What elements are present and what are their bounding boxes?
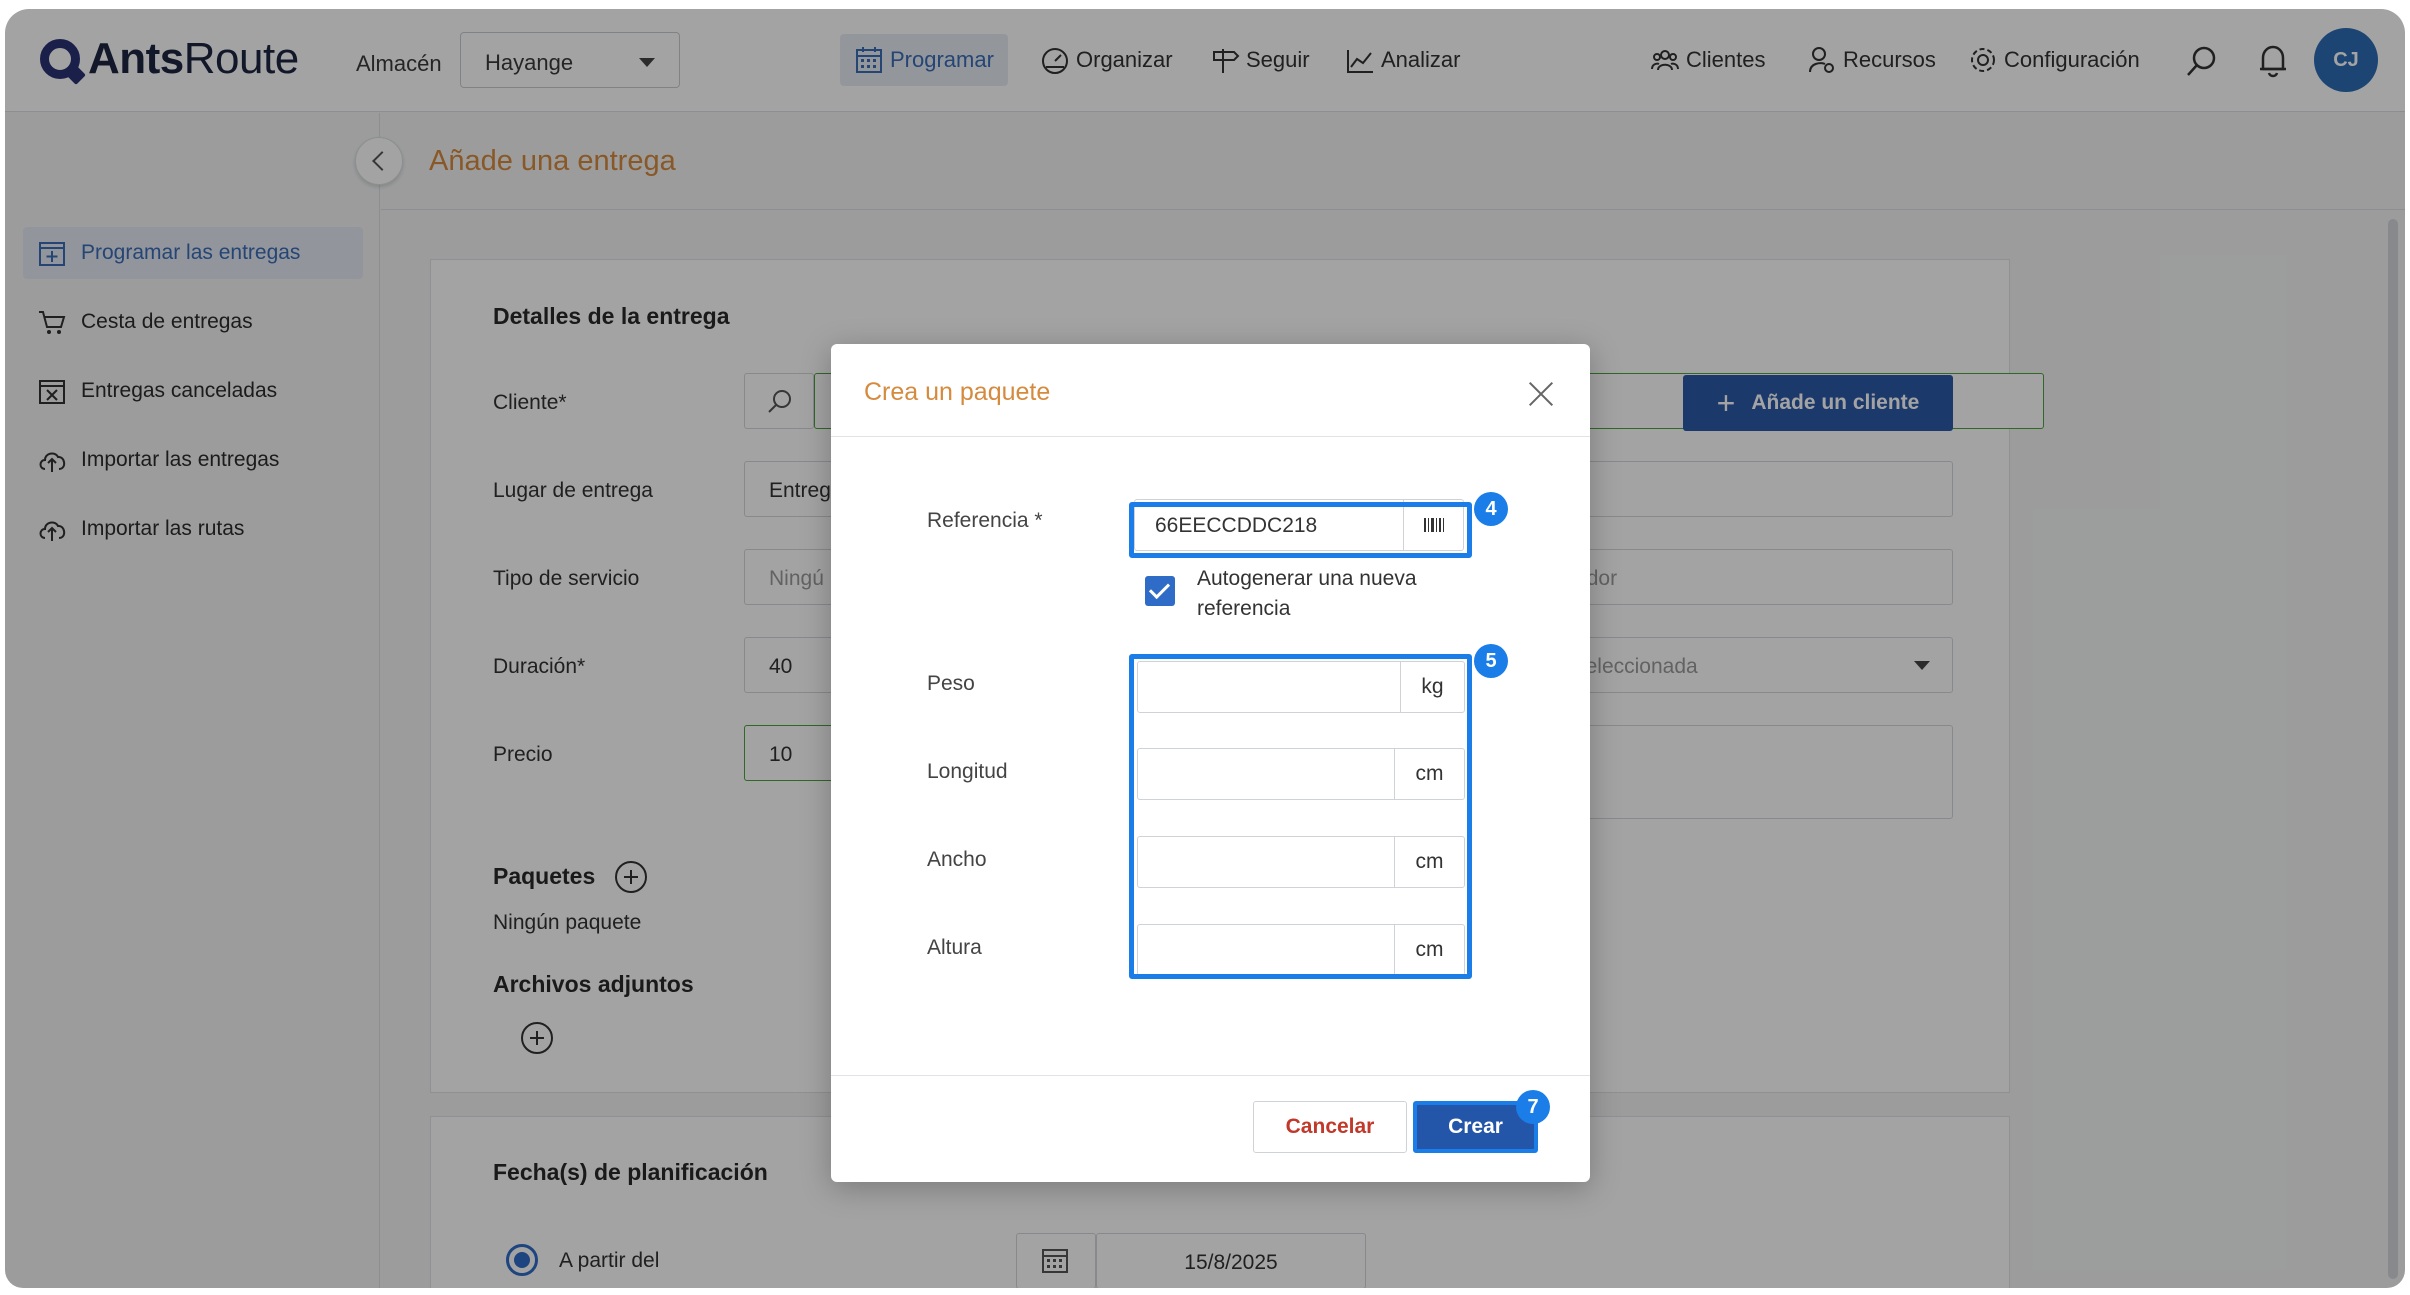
divider bbox=[831, 436, 1590, 437]
step-badge-5: 5 bbox=[1474, 644, 1508, 678]
length-input[interactable]: cm bbox=[1137, 748, 1465, 800]
reference-value: 66EECCDDC218 bbox=[1155, 514, 1318, 537]
length-unit: cm bbox=[1394, 749, 1464, 799]
step-badge-4: 4 bbox=[1474, 492, 1508, 526]
width-input[interactable]: cm bbox=[1137, 836, 1465, 888]
app-window: AntsRoute Almacén Hayange Programar Orga… bbox=[5, 9, 2405, 1288]
width-unit: cm bbox=[1394, 837, 1464, 887]
height-label: Altura bbox=[927, 936, 982, 959]
autogenerate-checkbox[interactable] bbox=[1145, 576, 1175, 606]
reference-label: Referencia * bbox=[927, 509, 1043, 532]
length-label: Longitud bbox=[927, 760, 1008, 783]
cancel-button[interactable]: Cancelar bbox=[1253, 1101, 1407, 1153]
autogenerate-label: Autogenerar una nueva referencia bbox=[1197, 567, 1417, 620]
barcode-icon bbox=[1423, 518, 1444, 532]
height-input[interactable]: cm bbox=[1137, 924, 1465, 976]
weight-label: Peso bbox=[927, 672, 975, 695]
weight-unit: kg bbox=[1400, 662, 1464, 712]
reference-input[interactable]: 66EECCDDC218 bbox=[1134, 499, 1464, 551]
height-unit: cm bbox=[1394, 925, 1464, 975]
step-badge-7: 7 bbox=[1516, 1090, 1550, 1124]
close-icon[interactable] bbox=[1521, 374, 1561, 414]
create-package-modal: Crea un paquete Referencia * 66EECCDDC21… bbox=[831, 344, 1590, 1182]
divider bbox=[831, 1075, 1590, 1076]
modal-title: Crea un paquete bbox=[864, 378, 1051, 406]
barcode-button[interactable] bbox=[1403, 500, 1463, 550]
width-label: Ancho bbox=[927, 848, 987, 871]
weight-input[interactable]: kg bbox=[1137, 661, 1465, 713]
